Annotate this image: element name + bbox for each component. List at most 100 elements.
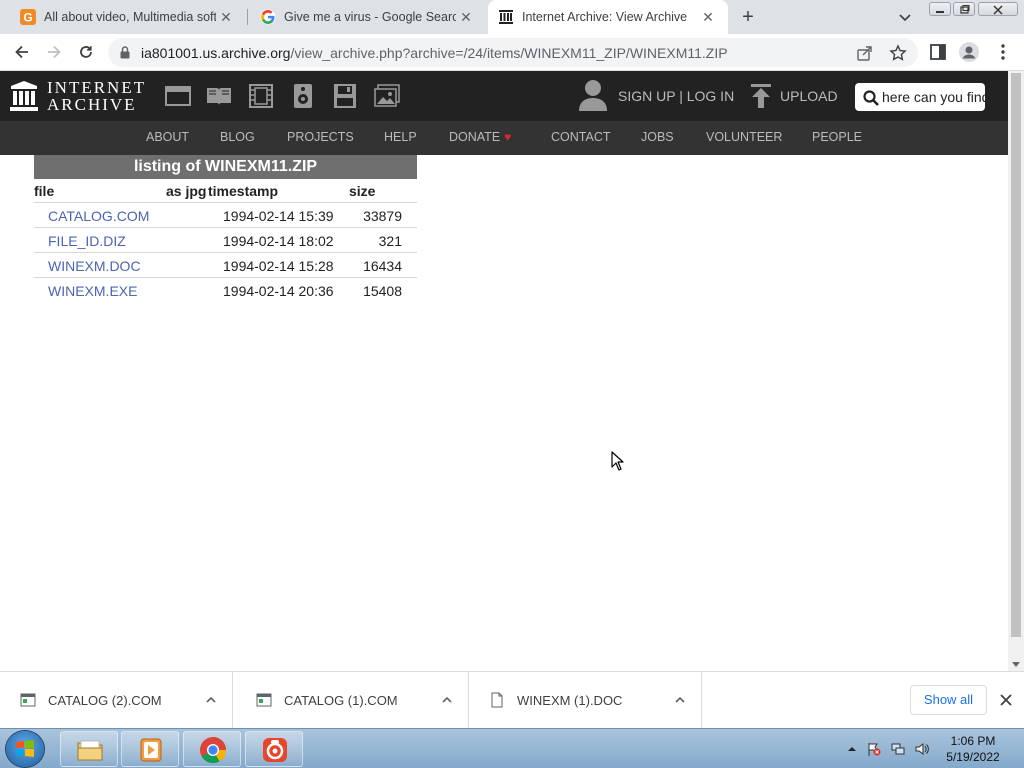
taskbar-chrome[interactable] bbox=[183, 731, 241, 767]
search-icon[interactable] bbox=[863, 90, 879, 106]
new-tab-plus-icon[interactable]: + bbox=[737, 6, 759, 28]
media-player-icon bbox=[137, 736, 165, 764]
audio-speaker-icon[interactable] bbox=[290, 84, 316, 108]
taskbar-clock[interactable]: 1:06 PM 5/19/2022 bbox=[940, 733, 1006, 765]
clock-time: 1:06 PM bbox=[950, 734, 996, 748]
close-tab-icon[interactable]: ✕ bbox=[698, 9, 718, 26]
tab-title: Give me a virus - Google Search bbox=[284, 10, 456, 24]
table-row: WINEXM.DOC 1994-02-14 15:28 16434 bbox=[34, 253, 417, 278]
taskbar-app[interactable] bbox=[245, 731, 303, 767]
header-file: file bbox=[34, 183, 55, 199]
url-text[interactable]: ia801001.us.archive.org/view_archive.php… bbox=[141, 45, 728, 61]
file-link-file-id-diz[interactable]: FILE_ID.DIZ bbox=[48, 233, 126, 249]
table-row: FILE_ID.DIZ 1994-02-14 18:02 321 bbox=[34, 228, 417, 253]
page-scrollbar[interactable] bbox=[1008, 71, 1024, 671]
download-item[interactable]: CATALOG (1).COM bbox=[236, 672, 469, 729]
table-row: WINEXM.EXE 1994-02-14 20:36 15408 bbox=[34, 278, 417, 303]
executable-file-icon bbox=[20, 692, 36, 708]
svg-text:G: G bbox=[23, 11, 32, 25]
ia-search-box[interactable] bbox=[855, 83, 985, 111]
download-filename: WINEXM (1).DOC bbox=[517, 693, 623, 708]
app-icon bbox=[261, 736, 289, 764]
download-item[interactable]: WINEXM (1).DOC bbox=[469, 672, 702, 729]
share-icon[interactable] bbox=[856, 44, 874, 62]
software-floppy-icon[interactable] bbox=[332, 84, 358, 108]
forward-arrow-icon[interactable] bbox=[44, 42, 64, 62]
close-tab-icon[interactable]: ✕ bbox=[456, 9, 476, 26]
taskbar-media-player[interactable] bbox=[121, 731, 179, 767]
header-size: size bbox=[349, 183, 376, 199]
texts-book-icon[interactable] bbox=[206, 84, 232, 108]
side-panel-icon[interactable] bbox=[928, 42, 948, 62]
logo-line-2: ARCHIVE bbox=[47, 95, 137, 114]
internet-archive-logo-icon[interactable] bbox=[10, 81, 38, 111]
download-item[interactable]: CATALOG (2).COM bbox=[0, 672, 233, 729]
upload-arrow-icon[interactable] bbox=[750, 84, 772, 108]
bookmark-star-icon[interactable] bbox=[889, 44, 907, 62]
scrollbar-thumb[interactable] bbox=[1011, 73, 1021, 637]
restore-window-icon[interactable] bbox=[953, 2, 975, 16]
file-link-winexm-exe[interactable]: WINEXM.EXE bbox=[48, 283, 137, 299]
action-center-flag-icon[interactable] bbox=[867, 742, 881, 756]
address-bar[interactable]: ia801001.us.archive.org/view_archive.php… bbox=[108, 38, 918, 67]
chevron-down-icon[interactable] bbox=[896, 8, 914, 26]
file-link-winexm-doc[interactable]: WINEXM.DOC bbox=[48, 258, 141, 274]
row-size: 33879 bbox=[363, 208, 402, 224]
nav-blog[interactable]: BLOG bbox=[220, 130, 255, 144]
chevron-up-icon[interactable] bbox=[204, 693, 218, 707]
tab-internet-archive[interactable]: Internet Archive: View Archive ✕ bbox=[488, 0, 728, 34]
chevron-up-icon[interactable] bbox=[440, 693, 454, 707]
tab-all-about-video[interactable]: G All about video, Multimedia software ✕ bbox=[0, 0, 246, 34]
signup-login-link[interactable]: SIGN UP | LOG IN bbox=[618, 88, 734, 104]
nav-donate[interactable]: DONATE ♥ bbox=[449, 130, 511, 144]
mouse-cursor-icon bbox=[611, 451, 625, 471]
windows-start-icon[interactable] bbox=[6, 731, 44, 767]
nav-volunteer[interactable]: VOLUNTEER bbox=[706, 130, 782, 144]
kebab-menu-icon[interactable] bbox=[993, 42, 1013, 62]
web-icon[interactable] bbox=[165, 84, 191, 108]
scroll-down-arrow-icon[interactable] bbox=[1012, 662, 1020, 667]
upload-link[interactable]: UPLOAD bbox=[780, 88, 838, 104]
show-all-downloads-button[interactable]: Show all bbox=[910, 685, 987, 715]
user-avatar-icon[interactable] bbox=[578, 79, 608, 111]
internet-archive-favicon bbox=[498, 9, 514, 25]
file-link-catalog-com[interactable]: CATALOG.COM bbox=[48, 208, 149, 224]
back-arrow-icon[interactable] bbox=[12, 42, 32, 62]
download-filename: CATALOG (1).COM bbox=[284, 693, 398, 708]
profile-avatar-icon[interactable] bbox=[959, 42, 979, 62]
tab-title: Internet Archive: View Archive bbox=[522, 10, 688, 24]
show-hidden-icons-icon[interactable] bbox=[845, 742, 859, 756]
nav-about[interactable]: ABOUT bbox=[146, 130, 189, 144]
nav-jobs[interactable]: JOBS bbox=[641, 130, 674, 144]
minimize-window-icon[interactable] bbox=[929, 2, 951, 16]
search-input[interactable] bbox=[882, 83, 985, 111]
internet-archive-logo-text[interactable]: INTERNET ARCHIVE bbox=[47, 79, 146, 113]
reload-icon[interactable] bbox=[76, 42, 96, 62]
close-tab-icon[interactable]: ✕ bbox=[216, 9, 236, 26]
document-file-icon bbox=[489, 692, 505, 708]
close-window-icon[interactable] bbox=[978, 2, 1018, 16]
clock-date: 5/19/2022 bbox=[946, 750, 1000, 764]
executable-file-icon bbox=[256, 692, 272, 708]
tab-google-search[interactable]: Give me a virus - Google Search ✕ bbox=[240, 0, 486, 34]
nav-help[interactable]: HELP bbox=[384, 130, 417, 144]
nav-contact[interactable]: CONTACT bbox=[551, 130, 611, 144]
nav-projects[interactable]: PROJECTS bbox=[287, 130, 354, 144]
header-as-jpg: as jpg bbox=[166, 183, 207, 199]
images-icon[interactable] bbox=[374, 84, 400, 108]
volume-speaker-icon[interactable] bbox=[915, 742, 929, 756]
archive-listing-table: listing of WINEXM11.ZIP file as jpg time… bbox=[34, 155, 417, 303]
table-header-row: file as jpg timestamp size bbox=[34, 179, 417, 203]
taskbar-file-explorer[interactable] bbox=[60, 731, 118, 767]
close-shelf-icon[interactable] bbox=[998, 692, 1014, 708]
row-timestamp: 1994-02-14 20:36 bbox=[223, 283, 334, 299]
nav-people[interactable]: PEOPLE bbox=[812, 130, 862, 144]
video-film-icon[interactable] bbox=[248, 84, 274, 108]
nav-donate-label: DONATE bbox=[449, 130, 501, 144]
windows-taskbar: 1:06 PM 5/19/2022 bbox=[0, 728, 1024, 768]
chevron-up-icon[interactable] bbox=[673, 693, 687, 707]
lock-icon[interactable] bbox=[120, 46, 130, 59]
listing-title: listing of WINEXM11.ZIP bbox=[34, 155, 417, 179]
url-path: /view_archive.php?archive=/24/items/WINE… bbox=[290, 45, 728, 61]
network-icon[interactable] bbox=[891, 742, 905, 756]
